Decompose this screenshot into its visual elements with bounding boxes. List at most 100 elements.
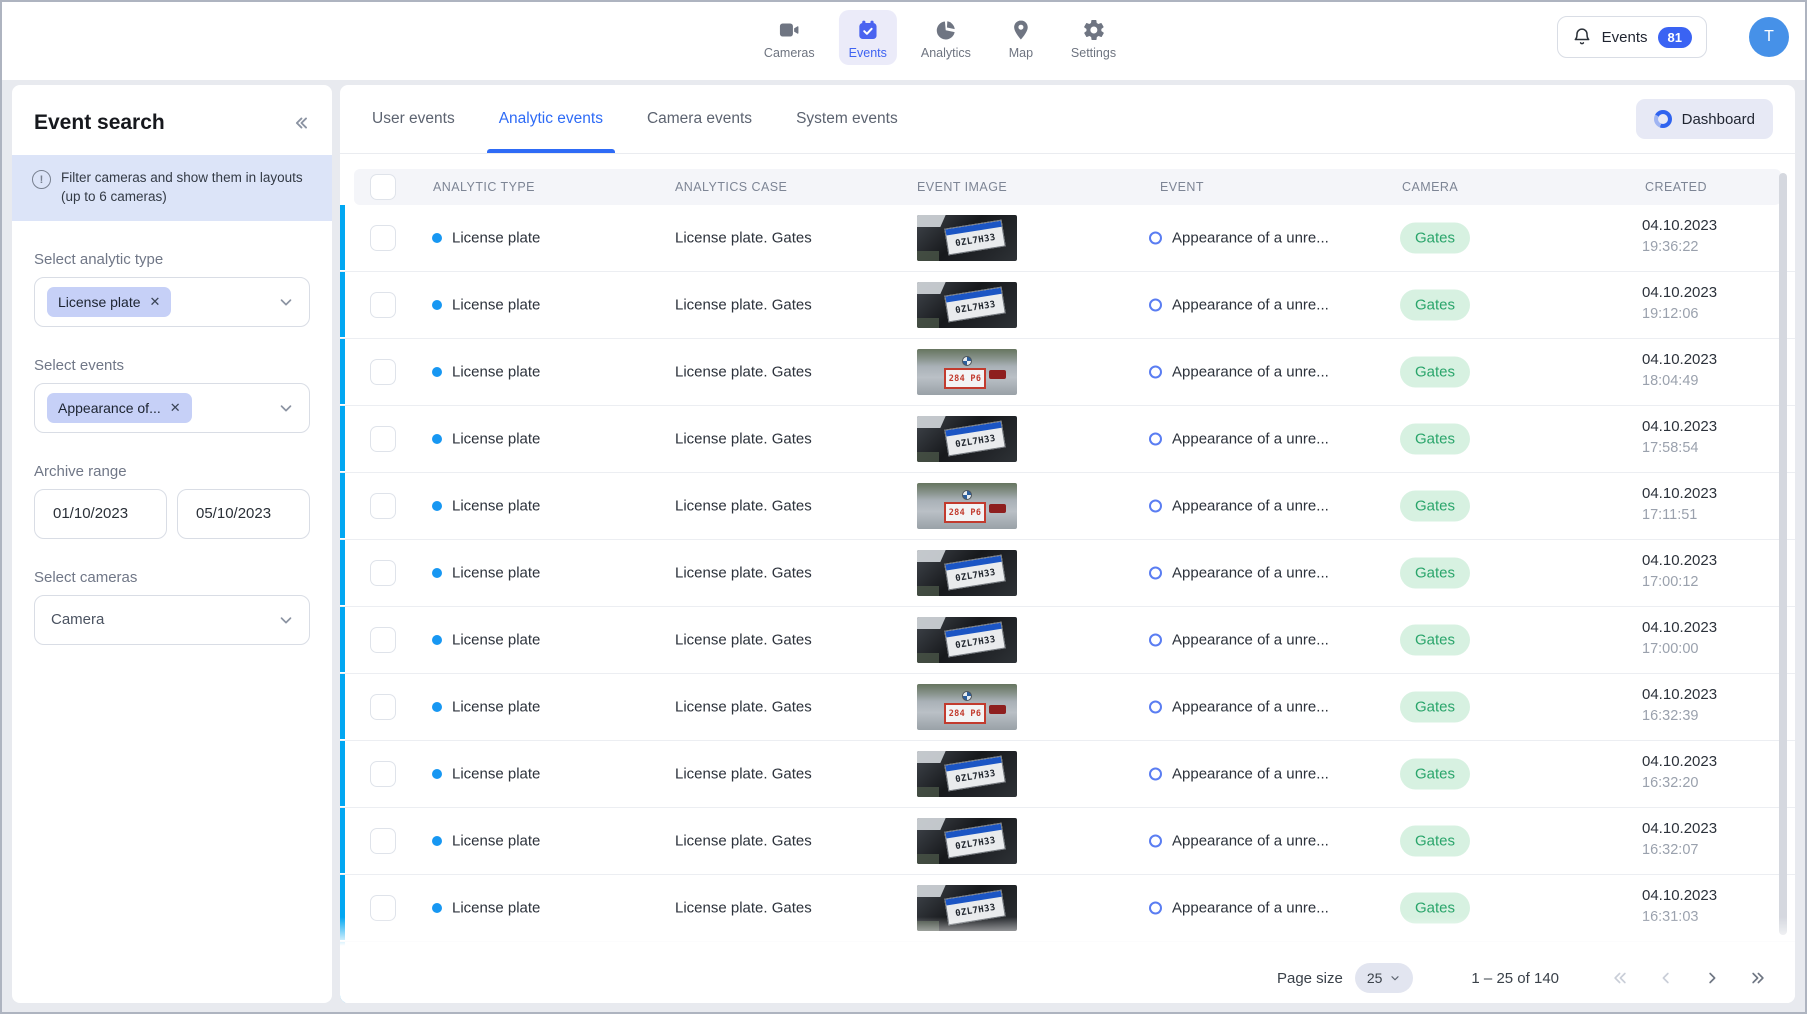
row-accent-bar xyxy=(340,339,345,404)
table-row[interactable]: License plate License plate. Gates 0ZL7H… xyxy=(340,205,1795,272)
row-checkbox[interactable] xyxy=(370,694,396,720)
first-page-icon[interactable] xyxy=(1611,969,1629,987)
camera-badge[interactable]: Gates xyxy=(1400,625,1470,656)
nav-item-cameras[interactable]: Cameras xyxy=(754,10,825,65)
row-checkbox[interactable] xyxy=(370,828,396,854)
archive-to-input[interactable]: 05/10/2023 xyxy=(177,489,310,539)
table-row[interactable]: License plate License plate. Gates 0ZL7H… xyxy=(340,808,1795,875)
table-row[interactable]: License plate License plate. Gates 284 P… xyxy=(340,339,1795,406)
table-row[interactable]: License plate License plate. Gates 0ZL7H… xyxy=(340,540,1795,607)
event-image-thumbnail[interactable]: 0ZL7H33 xyxy=(917,282,1017,328)
created-date: 04.10.2023 xyxy=(1642,215,1717,237)
notifications-count-badge: 81 xyxy=(1658,27,1692,48)
nav-item-analytics[interactable]: Analytics xyxy=(911,10,981,65)
row-checkbox[interactable] xyxy=(370,560,396,586)
tab-analytic-events[interactable]: Analytic events xyxy=(499,85,603,153)
row-checkbox[interactable] xyxy=(370,225,396,251)
table-scrollbar[interactable] xyxy=(1779,173,1787,935)
analytics-case-cell: License plate. Gates xyxy=(675,364,812,381)
event-image-thumbnail[interactable]: 0ZL7H33 xyxy=(917,416,1017,462)
remove-chip-icon[interactable]: ✕ xyxy=(170,400,181,416)
last-page-icon[interactable] xyxy=(1749,969,1767,987)
camera-badge[interactable]: Gates xyxy=(1400,357,1470,388)
camera-badge[interactable]: Gates xyxy=(1400,759,1470,790)
table-header: ANALYTIC TYPE ANALYTICS CASE EVENT IMAGE… xyxy=(354,169,1781,205)
bell-icon xyxy=(1572,27,1592,47)
table-row[interactable]: License plate License plate. Gates 284 P… xyxy=(340,473,1795,540)
event-image-thumbnail[interactable]: 0ZL7H33 xyxy=(917,550,1017,596)
row-checkbox[interactable] xyxy=(370,493,396,519)
nav-item-events[interactable]: Events xyxy=(839,10,897,65)
event-cell: Appearance of a unre... xyxy=(1172,900,1329,917)
row-checkbox[interactable] xyxy=(370,359,396,385)
table-row[interactable]: License plate License plate. Gates 0ZL7H… xyxy=(340,741,1795,808)
row-checkbox[interactable] xyxy=(370,426,396,452)
camera-badge[interactable]: Gates xyxy=(1400,826,1470,857)
table-row[interactable]: License plate License plate. Gates 0ZL7H… xyxy=(340,406,1795,473)
calendar-check-icon xyxy=(855,17,881,43)
analytic-type-dot-icon xyxy=(432,367,442,377)
analytic-type-cell: License plate xyxy=(452,632,540,649)
row-checkbox[interactable] xyxy=(370,895,396,921)
tab-user-events[interactable]: User events xyxy=(372,85,455,153)
event-ring-icon xyxy=(1149,500,1162,513)
tab-system-events[interactable]: System events xyxy=(796,85,898,153)
created-cell: 04.10.2023 16:32:39 xyxy=(1642,684,1717,727)
tab-camera-events[interactable]: Camera events xyxy=(647,85,752,153)
archive-from-input[interactable]: 01/10/2023 xyxy=(34,489,167,539)
camera-badge[interactable]: Gates xyxy=(1400,223,1470,254)
nav-item-settings[interactable]: Settings xyxy=(1061,10,1126,65)
camera-badge[interactable]: Gates xyxy=(1400,692,1470,723)
event-image-thumbnail[interactable]: 0ZL7H33 xyxy=(917,215,1017,261)
event-image-thumbnail[interactable]: 284 P6 xyxy=(917,349,1017,395)
analytic-type-select[interactable]: License plate ✕ xyxy=(34,277,310,327)
camera-badge[interactable]: Gates xyxy=(1400,491,1470,522)
avatar[interactable]: T xyxy=(1749,17,1789,57)
events-content-panel: User events Analytic events Camera event… xyxy=(340,85,1795,1003)
analytic-type-dot-icon xyxy=(432,702,442,712)
analytic-type-label: Select analytic type xyxy=(34,251,310,268)
cameras-select[interactable]: Camera xyxy=(34,595,310,645)
nav-item-map[interactable]: Map xyxy=(995,10,1047,65)
created-date: 04.10.2023 xyxy=(1642,684,1717,706)
table-row[interactable]: License plate License plate. Gates 0ZL7H… xyxy=(340,607,1795,674)
camera-badge[interactable]: Gates xyxy=(1400,558,1470,589)
events-notifications-button[interactable]: Events 81 xyxy=(1557,16,1707,58)
table-row[interactable]: License plate License plate. Gates 284 P… xyxy=(340,674,1795,741)
license-plate: 284 P6 xyxy=(944,368,986,389)
collapse-panel-icon[interactable] xyxy=(290,112,312,134)
select-all-checkbox[interactable] xyxy=(370,174,396,200)
created-time: 16:32:07 xyxy=(1642,840,1717,861)
event-image-thumbnail[interactable]: 0ZL7H33 xyxy=(917,617,1017,663)
analytic-type-cell: License plate xyxy=(452,565,540,582)
created-date: 04.10.2023 xyxy=(1642,550,1717,572)
chevron-down-icon xyxy=(277,611,295,629)
event-image-thumbnail[interactable]: 284 P6 xyxy=(917,483,1017,529)
event-cell: Appearance of a unre... xyxy=(1172,364,1329,381)
table-body: License plate License plate. Gates 0ZL7H… xyxy=(340,205,1795,1003)
event-image-thumbnail[interactable]: 0ZL7H33 xyxy=(917,885,1017,931)
row-accent-bar xyxy=(340,406,345,471)
row-checkbox[interactable] xyxy=(370,627,396,653)
events-select[interactable]: Appearance of... ✕ xyxy=(34,383,310,433)
prev-page-icon[interactable] xyxy=(1657,969,1675,987)
analytic-type-dot-icon xyxy=(432,233,442,243)
next-page-icon[interactable] xyxy=(1703,969,1721,987)
page-size-select[interactable]: 25 xyxy=(1355,963,1414,993)
analytic-type-dot-icon xyxy=(432,635,442,645)
event-image-thumbnail[interactable]: 0ZL7H33 xyxy=(917,751,1017,797)
dashboard-button[interactable]: Dashboard xyxy=(1636,99,1773,139)
row-checkbox[interactable] xyxy=(370,761,396,787)
row-accent-bar xyxy=(340,875,345,940)
camera-badge[interactable]: Gates xyxy=(1400,424,1470,455)
camera-badge[interactable]: Gates xyxy=(1400,893,1470,924)
analytic-type-cell: License plate xyxy=(452,833,540,850)
table-row[interactable]: License plate License plate. Gates 0ZL7H… xyxy=(340,875,1795,942)
event-image-thumbnail[interactable]: 0ZL7H33 xyxy=(917,818,1017,864)
camera-badge[interactable]: Gates xyxy=(1400,290,1470,321)
row-checkbox[interactable] xyxy=(370,292,396,318)
event-ring-icon xyxy=(1149,634,1162,647)
remove-chip-icon[interactable]: ✕ xyxy=(150,294,161,310)
event-image-thumbnail[interactable]: 284 P6 xyxy=(917,684,1017,730)
table-row[interactable]: License plate License plate. Gates 0ZL7H… xyxy=(340,272,1795,339)
